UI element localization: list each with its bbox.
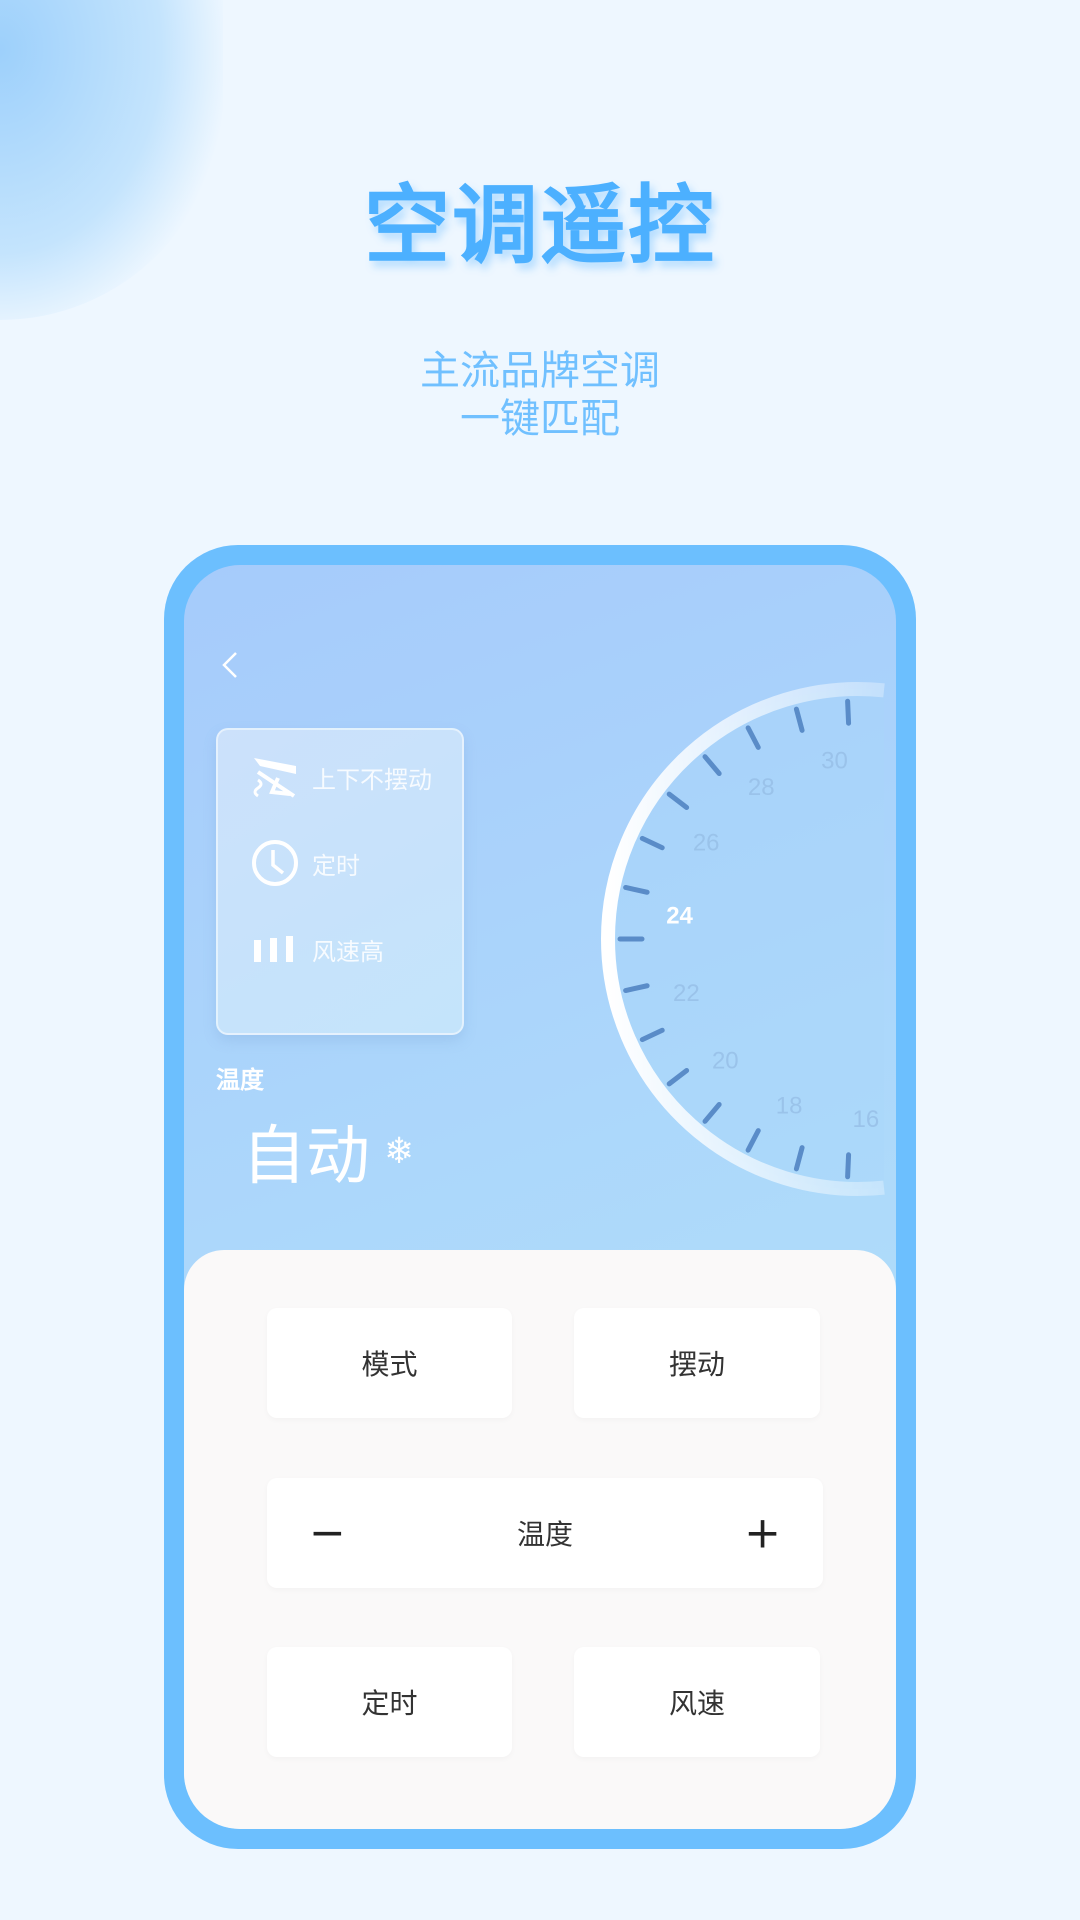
temperature-minus-button[interactable]: − <box>309 1508 346 1559</box>
status-fan-speed: 风速高 <box>250 924 384 974</box>
dial-tick <box>793 1145 805 1172</box>
dial-tick <box>793 706 805 733</box>
dial-label: 22 <box>673 980 700 1007</box>
status-fan-speed-label: 风速高 <box>312 937 384 966</box>
control-panel: 模式 摆动 − 温度 + 定时 风速 <box>184 1250 896 1829</box>
dial-tick <box>745 725 761 750</box>
dial-label: 18 <box>776 1092 803 1119</box>
mode-value: 自动 <box>242 1120 370 1194</box>
dial-face <box>608 689 884 1189</box>
status-timer: 定时 <box>250 838 360 888</box>
status-timer-label: 定时 <box>312 851 360 880</box>
status-swing: 上下不摆动 <box>250 752 432 802</box>
dial-tick <box>639 1027 665 1043</box>
remote-screen: 16 18 20 22 24 26 28 30 上下不摆动 定时 风速高 温度 自动 ❄ 模式… <box>184 565 896 1829</box>
timer-button[interactable]: 定时 <box>267 1647 512 1757</box>
dial-tick <box>745 1128 761 1153</box>
snowflake-icon: ❄ <box>384 1130 415 1172</box>
fan-speed-button[interactable]: 风速 <box>574 1647 820 1757</box>
dial-ring <box>600 682 885 1196</box>
status-card: 上下不摆动 定时 风速高 <box>216 728 464 1035</box>
phone-mockup: 16 18 20 22 24 26 28 30 上下不摆动 定时 风速高 温度 自动 ❄ 模式… <box>164 545 916 1849</box>
dial-label: 28 <box>748 774 775 801</box>
mode-display: 自动 ❄ <box>242 1105 414 1197</box>
status-swing-label: 上下不摆动 <box>312 765 432 794</box>
mode-button[interactable]: 模式 <box>267 1308 512 1418</box>
dial-tick <box>702 754 722 777</box>
clock-icon <box>252 840 298 886</box>
temperature-label: 温度 <box>216 1066 264 1094</box>
dial-tick <box>845 698 852 726</box>
dial-tick <box>623 884 650 895</box>
temperature-button-label: 温度 <box>516 1518 573 1551</box>
dial-label: 16 <box>852 1106 879 1133</box>
dial-label: 30 <box>821 748 848 775</box>
swing-button[interactable]: 摆动 <box>574 1308 820 1418</box>
swing-off-icon <box>253 758 296 798</box>
dial-tick <box>623 983 650 994</box>
dial-tick <box>666 791 690 811</box>
dial-label: 26 <box>693 829 720 856</box>
back-icon[interactable] <box>216 650 246 680</box>
dial-label-current: 24 <box>666 903 693 930</box>
page-title: 空调遥控 <box>364 176 716 276</box>
temperature-plus-button[interactable]: + <box>744 1508 781 1559</box>
temperature-control: − 温度 + <box>267 1478 823 1588</box>
dial-label: 20 <box>712 1048 739 1075</box>
dial-tick <box>702 1101 722 1124</box>
fan-speed-bars-icon <box>254 936 293 962</box>
dial-tick <box>666 1067 690 1087</box>
subtitle-line-2: 一键匹配 <box>460 396 620 442</box>
dial-tick <box>639 835 665 851</box>
dial-tick <box>845 1152 852 1180</box>
